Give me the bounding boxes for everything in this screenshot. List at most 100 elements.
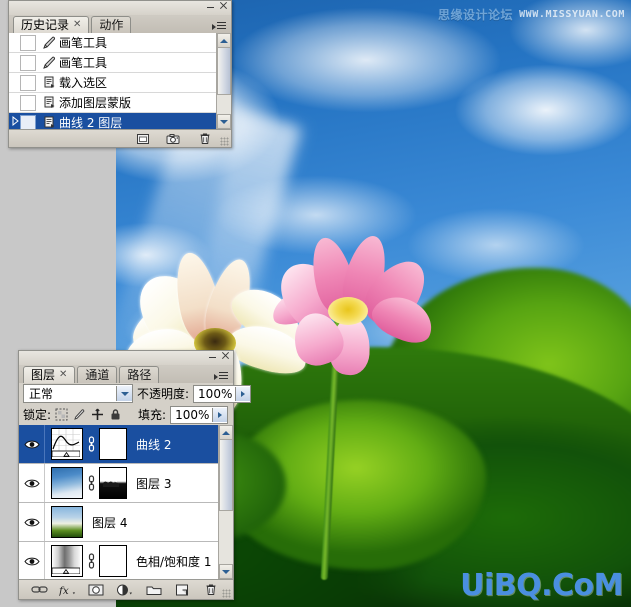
history-state-label: 载入选区 [59, 76, 108, 90]
mask-icon[interactable] [88, 582, 105, 597]
layer-row-layer-3[interactable]: 图层 3 [19, 464, 233, 503]
history-snapshot-checkbox[interactable] [20, 74, 36, 91]
layers-scroll-up-button[interactable] [219, 425, 233, 440]
history-state-row[interactable]: 添加图层蒙版 [9, 93, 217, 113]
opacity-input[interactable]: 100% [193, 384, 252, 403]
watermark-bottom: UiBQ.CoM [460, 568, 623, 603]
history-snapshot-checkbox[interactable] [20, 34, 36, 51]
history-snapshot-checkbox[interactable] [20, 114, 36, 129]
layer-mask-thumbnail[interactable] [99, 467, 127, 499]
lotus-pink-center [328, 297, 368, 325]
layer-visibility-toggle[interactable] [20, 464, 45, 502]
fill-value: 100% [175, 407, 210, 422]
layer-mask-thumbnail[interactable] [99, 545, 127, 577]
lock-image-pixels-icon[interactable] [73, 408, 86, 421]
layer-thumbnail-hue-saturation[interactable] [51, 545, 83, 577]
history-close-button[interactable] [219, 1, 228, 10]
layer-visibility-toggle[interactable] [20, 503, 45, 541]
tab-channels[interactable]: 通道 [77, 366, 118, 383]
layers-scroll-down-button[interactable] [219, 564, 233, 579]
new-layer-icon[interactable] [174, 582, 191, 597]
tab-actions[interactable]: 动作 [91, 16, 132, 33]
layers-close-button[interactable] [221, 351, 230, 360]
history-state-marker [11, 115, 20, 129]
layer-row-layer-4[interactable]: 图层 4 [19, 503, 233, 542]
layer-mask-thumbnail[interactable] [99, 428, 127, 460]
history-scroll-thumb[interactable] [217, 47, 231, 95]
tab-paths-label: 路径 [127, 368, 152, 382]
history-state-row[interactable]: 载入选区 [9, 73, 217, 93]
history-scroll-up-button[interactable] [217, 33, 231, 48]
blend-and-opacity-row: 正常 不透明度: 100% [19, 383, 252, 404]
fill-label: 填充: [138, 408, 167, 422]
history-window-buttons [206, 1, 228, 10]
history-panel-titlebar[interactable] [9, 1, 231, 15]
history-panel[interactable]: 历史记录 ✕ 动作 画笔工具 画笔工具 载入选区 添加图层蒙版 曲线 2 图层 [8, 0, 232, 148]
svg-text:fx: fx [59, 584, 69, 595]
layer-thumbnail-lotus[interactable] [51, 506, 83, 538]
lock-and-fill-row: 锁定: 填充: 100% [19, 404, 233, 425]
tab-channels-label: 通道 [85, 368, 110, 382]
history-minimize-button[interactable] [206, 1, 215, 10]
history-state-row[interactable]: 画笔工具 [9, 53, 217, 73]
tab-paths[interactable]: 路径 [119, 366, 160, 383]
layers-list[interactable]: 曲线 2 图层 3 图层 4 色相/饱和度 1 [19, 425, 233, 579]
close-icon[interactable]: ✕ [73, 17, 81, 33]
layers-minimize-button[interactable] [208, 351, 217, 360]
layers-window-buttons [208, 351, 230, 360]
blend-mode-select[interactable]: 正常 [23, 384, 133, 403]
layers-panel-titlebar[interactable] [19, 351, 233, 365]
lock-transparent-pixels-icon[interactable] [55, 408, 68, 421]
fill-slider-arrow-icon[interactable] [212, 407, 228, 422]
history-scrollbar[interactable] [216, 33, 231, 129]
link-icon[interactable] [86, 475, 96, 491]
close-icon[interactable]: ✕ [59, 367, 67, 383]
link-icon[interactable] [86, 436, 96, 452]
layers-panel-menu-icon[interactable] [214, 371, 228, 382]
tab-history-label: 历史记录 [21, 18, 70, 32]
layer-visibility-toggle[interactable] [20, 542, 45, 579]
lock-position-icon[interactable] [91, 408, 104, 421]
link-icon[interactable] [86, 553, 96, 569]
chevron-down-icon[interactable] [116, 386, 132, 401]
new-document-icon[interactable] [134, 131, 151, 146]
opacity-slider-arrow-icon[interactable] [235, 386, 251, 401]
history-panel-menu-icon[interactable] [212, 21, 226, 32]
layer-visibility-toggle[interactable] [20, 425, 45, 463]
folder-icon[interactable] [145, 582, 162, 597]
layers-scroll-thumb[interactable] [219, 439, 233, 511]
layer-thumbnail-curves[interactable] [51, 428, 83, 460]
history-panel-tabs[interactable]: 历史记录 ✕ 动作 [9, 15, 231, 33]
history-state-row[interactable]: 画笔工具 [9, 33, 217, 53]
lotus-flower-pink [266, 231, 440, 385]
layer-row-curves-2[interactable]: 曲线 2 [19, 425, 233, 464]
history-state-label: 曲线 2 图层 [59, 116, 123, 129]
tab-layers[interactable]: 图层 ✕ [23, 366, 76, 383]
trash-icon[interactable] [202, 582, 219, 597]
adjustment-icon[interactable] [116, 582, 133, 597]
brush-icon [40, 55, 59, 70]
history-snapshot-checkbox[interactable] [20, 54, 36, 71]
history-state-row-selected[interactable]: 曲线 2 图层 [9, 113, 217, 129]
trash-icon[interactable] [196, 131, 213, 146]
layers-panel[interactable]: 图层 ✕ 通道 路径 正常 不透明度: 100% 锁定: 填充: 100% 曲线… [18, 350, 252, 600]
history-snapshot-checkbox[interactable] [20, 94, 36, 111]
opacity-label: 不透明度: [137, 387, 190, 401]
tab-history[interactable]: 历史记录 ✕ [13, 16, 90, 33]
fill-input[interactable]: 100% [170, 405, 229, 424]
camera-icon[interactable] [165, 131, 182, 146]
history-scroll-down-button[interactable] [217, 114, 231, 129]
history-state-list[interactable]: 画笔工具 画笔工具 载入选区 添加图层蒙版 曲线 2 图层 [9, 33, 217, 129]
layer-name: 图层 3 [136, 476, 172, 491]
layer-row-hue-saturation-1[interactable]: 色相/饱和度 1 [19, 542, 233, 579]
lock-all-icon[interactable] [109, 408, 122, 421]
fx-icon[interactable]: fx [59, 582, 76, 597]
layers-scrollbar[interactable] [218, 425, 233, 579]
history-resize-grip[interactable] [220, 137, 229, 146]
layer-thumbnail-sky[interactable] [51, 467, 83, 499]
blend-mode-value: 正常 [29, 387, 54, 401]
layers-panel-tabs[interactable]: 图层 ✕ 通道 路径 [19, 365, 233, 383]
history-state-label: 画笔工具 [59, 36, 108, 50]
link-icon[interactable] [31, 582, 48, 597]
layers-resize-grip[interactable] [222, 589, 231, 598]
